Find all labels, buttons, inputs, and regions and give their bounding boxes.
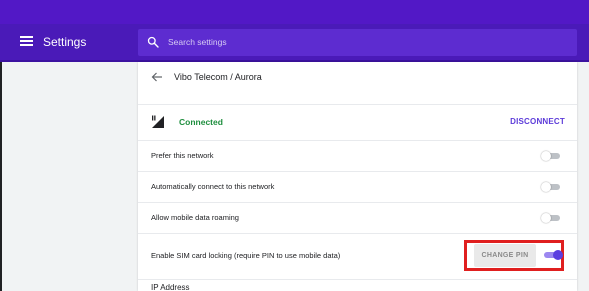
toggle-knob xyxy=(541,181,551,192)
connection-status-row: Connected DISCONNECT xyxy=(138,104,577,141)
network-name-title: Vibo Telecom / Aurora xyxy=(174,72,262,82)
ip-address-section: IP Address xyxy=(138,279,577,291)
search-box[interactable] xyxy=(138,29,577,56)
left-edge-divider xyxy=(0,62,2,291)
auto-connect-toggle[interactable] xyxy=(541,181,562,192)
toggle-knob xyxy=(553,249,563,260)
network-detail-card: Vibo Telecom / Aurora Connected DISCONNE… xyxy=(138,62,577,291)
toggle-knob xyxy=(541,150,551,161)
settings-header: Settings xyxy=(0,24,589,62)
setting-label: Prefer this network xyxy=(151,151,214,160)
ip-address-label[interactable]: IP Address xyxy=(151,283,190,291)
top-color-band xyxy=(0,0,589,24)
toggle-knob xyxy=(541,212,551,223)
search-input[interactable] xyxy=(168,34,548,50)
setting-label: Automatically connect to this network xyxy=(151,182,275,191)
setting-label: Enable SIM card locking (require PIN to … xyxy=(151,251,341,260)
setting-row-prefer-network: Prefer this network xyxy=(138,140,577,171)
arrow-back-icon[interactable] xyxy=(151,71,163,83)
cellular-signal-icon xyxy=(152,115,164,128)
data-roaming-toggle[interactable] xyxy=(541,212,562,223)
setting-row-data-roaming: Allow mobile data roaming xyxy=(138,202,577,233)
setting-label: Allow mobile data roaming xyxy=(151,213,239,222)
page-title: Settings xyxy=(43,35,87,49)
setting-row-sim-lock: Enable SIM card locking (require PIN to … xyxy=(138,233,577,279)
disconnect-button[interactable]: DISCONNECT xyxy=(510,117,565,126)
subpage-header: Vibo Telecom / Aurora xyxy=(138,62,577,93)
connection-status-text: Connected xyxy=(179,117,223,127)
search-icon xyxy=(147,36,159,48)
setting-row-auto-connect: Automatically connect to this network xyxy=(138,171,577,202)
sim-lock-toggle[interactable] xyxy=(542,249,563,260)
change-pin-button[interactable]: CHANGE PIN xyxy=(474,244,536,267)
hamburger-menu-icon[interactable] xyxy=(20,35,34,47)
main-content: Vibo Telecom / Aurora Connected DISCONNE… xyxy=(0,62,589,291)
prefer-network-toggle[interactable] xyxy=(541,150,562,161)
